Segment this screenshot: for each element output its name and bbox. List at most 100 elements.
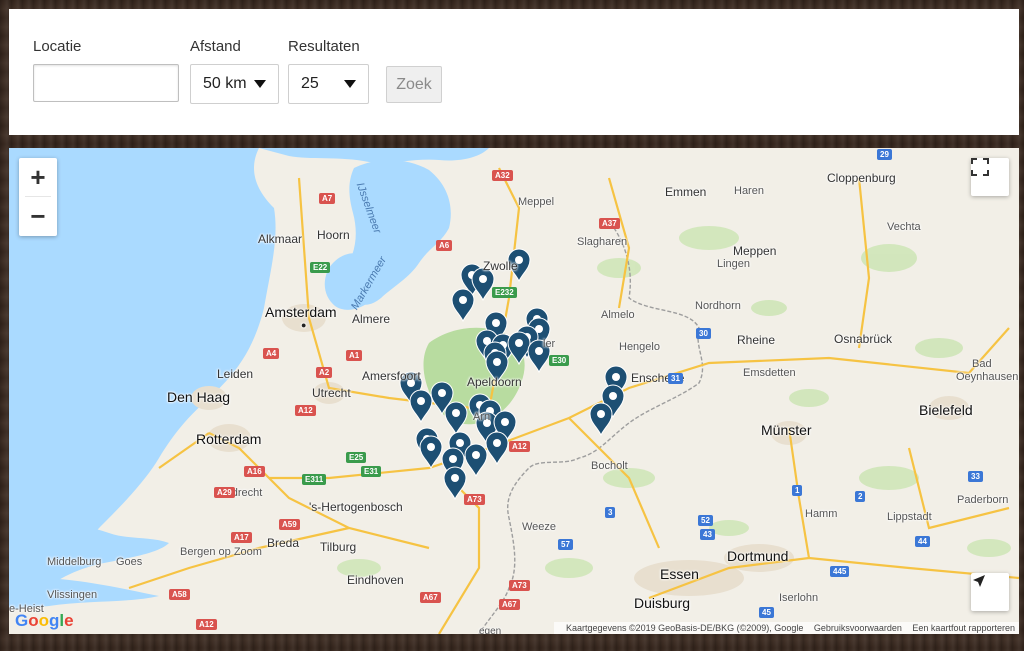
road-shield: 3 <box>605 507 616 518</box>
road-shield: 445 <box>830 566 850 577</box>
road-shield: 33 <box>968 471 983 482</box>
road-shield: E22 <box>310 262 331 273</box>
label-oeynhausen: Oeynhausen <box>956 371 1019 383</box>
google-logo[interactable]: Google <box>15 611 74 631</box>
zoom-out-button[interactable]: − <box>19 197 57 235</box>
label-amersfoort: Amersfoort <box>362 369 421 383</box>
label-rheine: Rheine <box>737 333 776 347</box>
label-essen: Essen <box>660 566 699 582</box>
road-shield: A2 <box>316 367 333 378</box>
label-cloppenburg: Cloppenburg <box>827 171 896 185</box>
road-shield: 31 <box>668 373 683 384</box>
road-shield: A59 <box>279 519 300 530</box>
chevron-down-icon <box>344 80 356 88</box>
road-shield: 30 <box>696 328 711 339</box>
label-middelburg: Middelburg <box>47 556 102 568</box>
label-munster: Münster <box>761 422 812 438</box>
label-dortmund: Dortmund <box>727 548 789 564</box>
label-vechta: Vechta <box>887 221 921 233</box>
map-attribution: Kaartgegevens ©2019 GeoBasis-DE/BKG (©20… <box>553 622 1019 634</box>
label-haren: Haren <box>734 185 764 197</box>
location-input[interactable] <box>33 64 179 102</box>
label-arnhem: Arn <box>473 411 491 423</box>
road-shield: A12 <box>196 619 217 630</box>
road-shield: 45 <box>759 607 774 618</box>
road-shield: 2 <box>855 491 866 502</box>
road-shield: A73 <box>509 580 530 591</box>
label-vlissingen: Vlissingen <box>47 589 98 601</box>
road-shield: E30 <box>549 355 570 366</box>
label-lippstadt: Lippstadt <box>887 511 932 523</box>
label-leiden: Leiden <box>217 367 254 381</box>
label-apeldoorn: Apeldoorn <box>467 375 522 389</box>
distance-select[interactable]: 50 km <box>190 64 279 104</box>
report-error-link[interactable]: Een kaartfout rapporteren <box>912 623 1015 633</box>
road-shield: E25 <box>346 452 367 463</box>
road-shield: A17 <box>231 532 252 543</box>
navigation-arrow-icon <box>973 575 985 587</box>
road-shield: A1 <box>346 350 363 361</box>
terms-link[interactable]: Gebruiksvoorwaarden <box>814 623 902 633</box>
road-shield: A73 <box>464 494 485 505</box>
city-dot-icon: ● <box>301 320 307 330</box>
label-zwolle: Zwolle <box>483 259 518 273</box>
label-breda: Breda <box>267 536 300 550</box>
road-shield: A37 <box>599 218 620 229</box>
label-nordhorn: Nordhorn <box>695 300 741 312</box>
road-shield: A32 <box>492 170 513 181</box>
fullscreen-button[interactable] <box>971 158 1009 196</box>
label-lingen: Lingen <box>717 258 751 270</box>
label-emmen: Emmen <box>665 185 707 199</box>
label-osnabruck: Osnabrück <box>834 332 893 346</box>
location-field: Locatie <box>33 38 179 102</box>
label-emsdetten: Emsdetten <box>743 367 796 379</box>
road-shield: A67 <box>499 599 520 610</box>
results-field: Resultaten 25 <box>288 38 369 104</box>
road-shield: 44 <box>915 536 930 547</box>
zoom-control: + − <box>19 158 57 236</box>
road-shield: A12 <box>295 405 316 416</box>
label-amsterdam: Amsterdam <box>265 304 337 320</box>
road-shield: A6 <box>436 240 453 251</box>
location-label: Locatie <box>33 38 82 55</box>
road-shield: E311 <box>302 474 327 485</box>
distance-value: 50 km <box>203 75 247 92</box>
label-meppel: Meppel <box>518 196 555 208</box>
label-bocholt: Bocholt <box>591 460 628 472</box>
label-paderborn: Paderborn <box>957 494 1009 506</box>
results-select[interactable]: 25 <box>288 64 369 104</box>
search-button[interactable]: Zoek <box>386 66 442 103</box>
label-utrecht: Utrecht <box>312 386 351 400</box>
label-alkmaar: Alkmaar <box>258 232 303 246</box>
label-iserlohn: Iserlohn <box>779 592 819 604</box>
road-shield: A4 <box>263 348 280 359</box>
road-shield: A67 <box>420 592 441 603</box>
label-tilburg: Tilburg <box>320 540 357 554</box>
label-meppen: Meppen <box>733 244 777 258</box>
road-shield: A58 <box>169 589 190 600</box>
map-view[interactable]: Amsterdam ● Den Haag Rotterdam Utrecht L… <box>9 148 1019 634</box>
distance-field: Afstand 50 km <box>190 38 279 104</box>
label-almelo: Almelo <box>601 309 635 321</box>
label-duisburg: Duisburg <box>634 595 691 611</box>
label-almere: Almere <box>352 312 391 326</box>
road-shield: 52 <box>698 515 713 526</box>
road-shield: E31 <box>361 466 382 477</box>
label-hamm: Hamm <box>805 508 838 520</box>
label-bad: Bad <box>972 358 992 370</box>
road-shield: A29 <box>214 487 235 498</box>
attribution-copyright: Kaartgegevens ©2019 GeoBasis-DE/BKG (©20… <box>565 623 804 633</box>
road-shield: A12 <box>509 441 530 452</box>
results-value: 25 <box>301 75 319 92</box>
road-shield: 1 <box>792 485 803 496</box>
my-location-button[interactable] <box>971 573 1009 611</box>
label-hengelo: Hengelo <box>619 341 660 353</box>
label-weeze: Weeze <box>522 521 557 533</box>
label-bielefeld: Bielefeld <box>919 402 973 418</box>
road-shield: 29 <box>877 149 892 160</box>
label-goes: Goes <box>116 556 143 568</box>
road-shield: A7 <box>319 193 336 204</box>
zoom-in-button[interactable]: + <box>19 158 57 196</box>
label-rotterdam: Rotterdam <box>196 431 262 447</box>
road-shield: A16 <box>244 466 265 477</box>
